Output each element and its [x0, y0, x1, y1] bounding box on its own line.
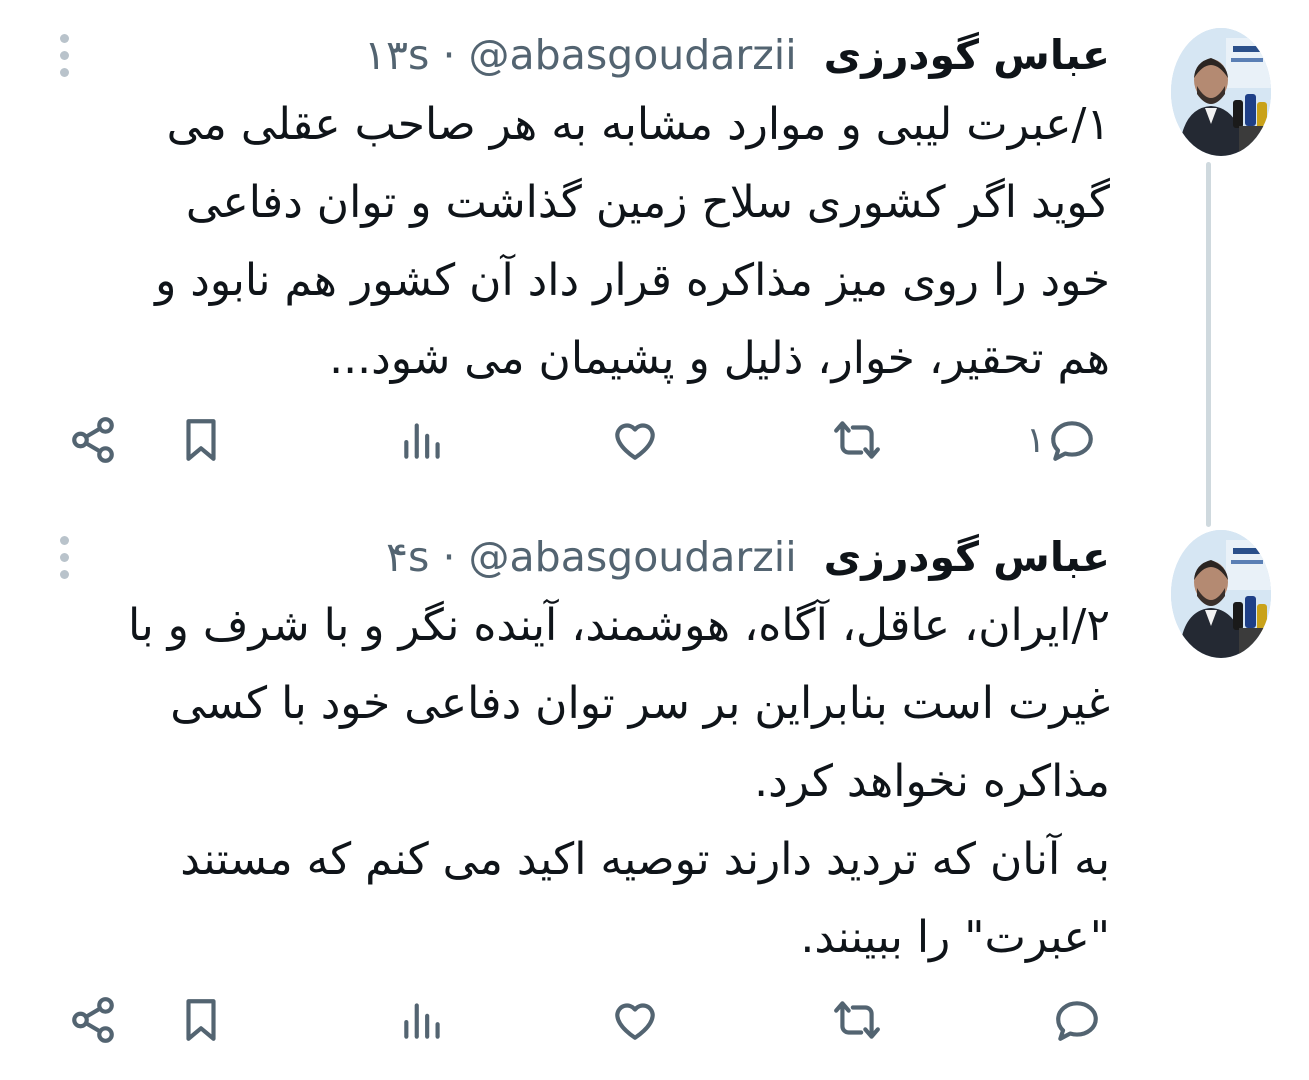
- bookmark-button[interactable]: [176, 410, 226, 470]
- like-icon: [615, 1003, 655, 1040]
- tweet-meta: @abasgoudarzii · ۴s: [386, 533, 797, 581]
- tweet[interactable]: عباس گودرزی @abasgoudarzii · ۴s ۲/ایران،…: [0, 500, 1309, 1080]
- tweet-text-line: گوید اگر کشوری سلاح زمین گذاشت و توان دف…: [185, 177, 1110, 228]
- thread: عباس گودرزی @abasgoudarzii · ۱۳s ۱/عبرت …: [0, 0, 1309, 1080]
- tweet-text-line: به آنان که تردید دارند توصیه اکید می کنم…: [180, 834, 1110, 885]
- bookmark-button[interactable]: [176, 990, 226, 1050]
- tweet-text-line: "عبرت" را ببینند.: [800, 912, 1110, 963]
- tweet-text-line: ۲/ایران، عاقل، آگاه، هوشمند، آینده نگر و…: [128, 600, 1110, 651]
- meta-separator: ·: [442, 31, 456, 79]
- share-button[interactable]: [68, 410, 118, 470]
- bookmark-icon: [186, 999, 216, 1041]
- bookmark-icon: [186, 419, 216, 461]
- author-handle[interactable]: @abasgoudarzii: [469, 31, 797, 79]
- tweet-text-line: هم تحقیر، خوار، ذلیل و پشیمان می شود...: [329, 333, 1110, 384]
- retweet-icon: [834, 1001, 880, 1039]
- more-options-icon[interactable]: [52, 30, 76, 80]
- reply-icon: [1056, 1001, 1098, 1041]
- author-name[interactable]: عباس گودرزی: [824, 31, 1110, 79]
- tweet-header: عباس گودرزی @abasgoudarzii · ۱۳s: [364, 30, 1110, 80]
- share-button[interactable]: [68, 990, 118, 1050]
- views-button[interactable]: [398, 990, 448, 1050]
- reply-button[interactable]: [1052, 990, 1102, 1050]
- reply-count: ۱: [1026, 419, 1046, 461]
- tweet-text: ۱/عبرت لیبی و موارد مشابه به هر صاحب عقل…: [80, 86, 1110, 398]
- retweet-icon: [834, 421, 880, 459]
- tweet-actions: [0, 990, 1309, 1050]
- retweet-button[interactable]: [832, 990, 882, 1050]
- more-options-icon[interactable]: [52, 532, 76, 582]
- reply-button[interactable]: ۱: [1026, 410, 1097, 470]
- tweet[interactable]: عباس گودرزی @abasgoudarzii · ۱۳s ۱/عبرت …: [0, 0, 1309, 500]
- tweet-text-line: مذاکره نخواهد کرد.: [754, 756, 1110, 807]
- meta-separator: ·: [442, 533, 456, 581]
- tweet-text-line: غیرت است بنابراین بر سر توان دفاعی خود ب…: [170, 678, 1110, 729]
- tweet-header: عباس گودرزی @abasgoudarzii · ۴s: [386, 532, 1110, 582]
- author-name[interactable]: عباس گودرزی: [824, 533, 1110, 581]
- views-button[interactable]: [398, 410, 448, 470]
- tweet-text-line: خود را روی میز مذاکره قرار داد آن کشور ه…: [155, 255, 1110, 306]
- like-button[interactable]: [610, 990, 660, 1050]
- tweet-meta: @abasgoudarzii · ۱۳s: [364, 31, 797, 79]
- views-icon: [404, 423, 440, 459]
- tweet-timestamp[interactable]: ۴s: [386, 533, 429, 581]
- tweet-text-line: ۱/عبرت لیبی و موارد مشابه به هر صاحب عقل…: [166, 99, 1110, 150]
- tweet-text: ۲/ایران، عاقل، آگاه، هوشمند، آینده نگر و…: [80, 587, 1110, 977]
- tweet-timestamp[interactable]: ۱۳s: [364, 31, 429, 79]
- share-icon: [72, 997, 114, 1043]
- reply-icon: [1051, 421, 1094, 461]
- views-icon: [404, 1003, 440, 1039]
- share-icon: [72, 417, 114, 463]
- like-icon: [615, 423, 655, 460]
- tweet-actions: ۱: [0, 410, 1309, 470]
- author-handle[interactable]: @abasgoudarzii: [469, 533, 797, 581]
- like-button[interactable]: [610, 410, 660, 470]
- retweet-button[interactable]: [832, 410, 882, 470]
